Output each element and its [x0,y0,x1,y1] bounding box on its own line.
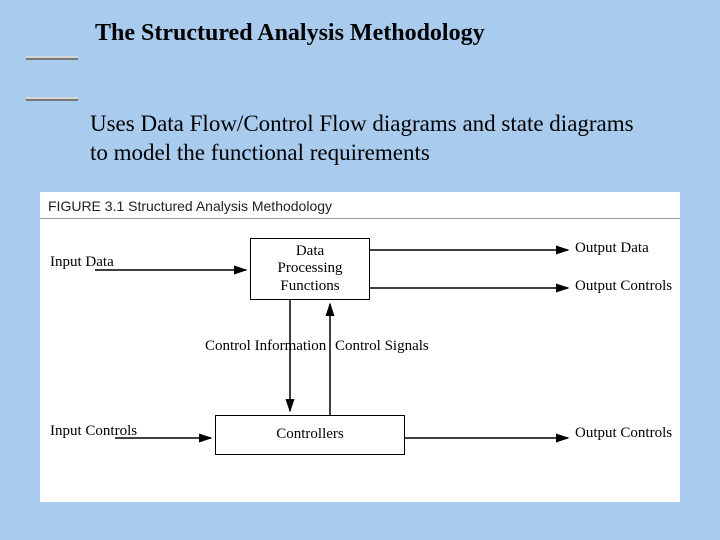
figure-caption: FIGURE 3.1 Structured Analysis Methodolo… [48,198,332,214]
diagram: Data Processing Functions Controllers In… [40,220,680,502]
figure-container: FIGURE 3.1 Structured Analysis Methodolo… [40,192,680,502]
diagram-arrows [40,220,680,502]
figure-caption-rule [40,218,680,219]
slide-subtitle: Uses Data Flow/Control Flow diagrams and… [90,110,650,168]
title-accent-rule [26,56,78,60]
slide-title: The Structured Analysis Methodology [95,20,485,47]
body-accent-rule [26,97,78,101]
